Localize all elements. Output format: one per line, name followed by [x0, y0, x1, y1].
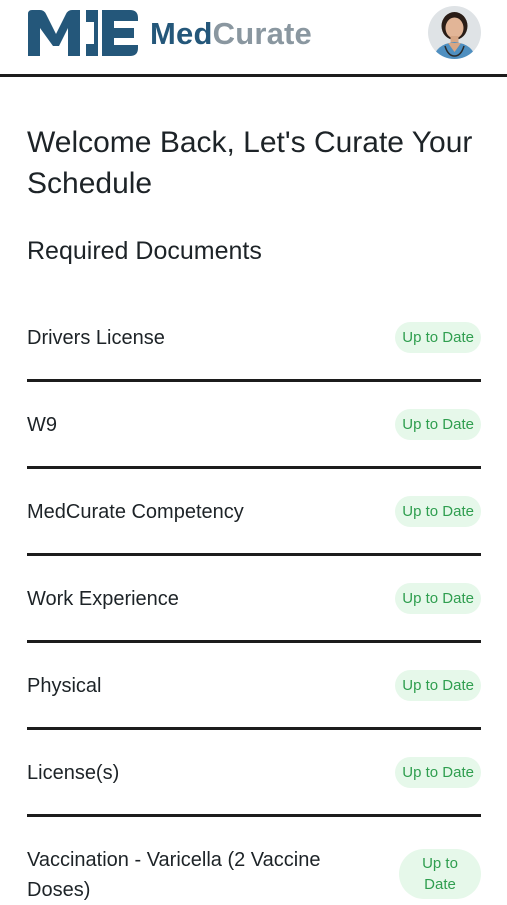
document-row-work-experience[interactable]: Work Experience Up to Date	[27, 556, 481, 643]
document-row-vaccination-varicella[interactable]: Vaccination - Varicella (2 Vaccine Doses…	[27, 817, 481, 901]
status-badge: Up to Date	[399, 849, 481, 899]
required-documents-list: Drivers License Up to Date W9 Up to Date…	[27, 295, 481, 901]
document-name: MedCurate Competency	[27, 501, 244, 523]
document-name: Vaccination - Varicella (2 Vaccine Doses…	[27, 849, 321, 901]
status-badge: Up to Date	[395, 496, 481, 527]
status-badge: Up to Date	[395, 670, 481, 701]
document-row-medcurate-competency[interactable]: MedCurate Competency Up to Date	[27, 469, 481, 556]
medcurate-logo-icon[interactable]	[26, 8, 140, 58]
document-row-drivers-license[interactable]: Drivers License Up to Date	[27, 295, 481, 382]
document-name: Work Experience	[27, 588, 179, 610]
welcome-heading: Welcome Back, Let's Curate Your Schedule	[27, 126, 473, 200]
status-badge: Up to Date	[395, 322, 481, 353]
document-row-licenses[interactable]: License(s) Up to Date	[27, 730, 481, 817]
document-name: Drivers License	[27, 327, 165, 349]
status-badge: Up to Date	[395, 757, 481, 788]
required-documents-title: Required Documents	[27, 237, 262, 265]
document-name: W9	[27, 414, 57, 436]
avatar-icon	[428, 6, 481, 59]
brand-name-primary: Med	[150, 16, 213, 51]
brand-name: MedCurate	[150, 15, 312, 53]
document-row-w9[interactable]: W9 Up to Date	[27, 382, 481, 469]
document-row-physical[interactable]: Physical Up to Date	[27, 643, 481, 730]
status-badge: Up to Date	[395, 409, 481, 440]
status-badge: Up to Date	[395, 583, 481, 614]
document-name: Physical	[27, 675, 102, 697]
document-name: License(s)	[27, 762, 120, 784]
brand-name-secondary: Curate	[212, 16, 313, 51]
user-avatar[interactable]	[428, 6, 481, 59]
app-header: MedCurate	[0, 0, 507, 77]
